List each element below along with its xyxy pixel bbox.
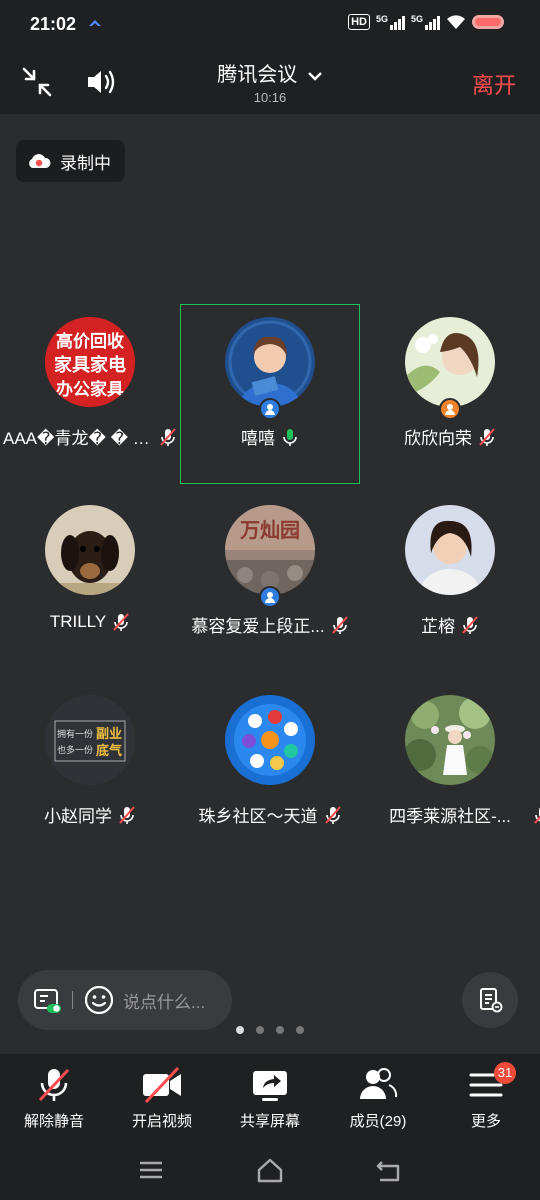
more-badge: 31 bbox=[494, 1062, 516, 1084]
divider bbox=[72, 991, 73, 1009]
home-icon[interactable] bbox=[255, 1156, 285, 1184]
battery-icon bbox=[472, 15, 504, 29]
share-screen-icon bbox=[253, 1071, 287, 1101]
recording-label: 录制中 bbox=[60, 153, 111, 173]
participant-name: 慕容复爱上段正... bbox=[191, 617, 325, 636]
recent-apps-icon[interactable] bbox=[136, 1156, 166, 1184]
back-icon[interactable] bbox=[374, 1156, 404, 1184]
avatar bbox=[225, 317, 315, 407]
share-screen-button[interactable]: 共享屏幕 bbox=[220, 1066, 320, 1131]
meeting-header: 腾讯会议 10:16 离开 bbox=[0, 50, 540, 114]
avatar: 拥有一份 副业 也多一份 底气 bbox=[45, 695, 135, 785]
avatar bbox=[405, 317, 495, 407]
more-button[interactable]: 31 更多 bbox=[436, 1062, 536, 1131]
unmute-label: 解除静音 bbox=[23, 1113, 84, 1130]
participant-name: 欣欣向荣 bbox=[404, 429, 472, 448]
participant-name: 四季莱源社区-... bbox=[389, 807, 511, 826]
participant-tile-active[interactable]: 嘻嘻 bbox=[180, 304, 360, 484]
page-dot[interactable] bbox=[276, 1026, 284, 1034]
participant-tile[interactable]: 芷榕 bbox=[360, 492, 540, 672]
meeting-toolbar: 解除静音 开启视频 共享屏幕 成员(29) 31 更多 bbox=[0, 1054, 540, 1140]
svg-text:高价回收: 高价回收 bbox=[56, 331, 124, 352]
system-nav-bar bbox=[0, 1140, 540, 1200]
avatar bbox=[405, 505, 495, 595]
page-dot-active[interactable] bbox=[236, 1026, 244, 1034]
chat-input[interactable]: 说点什么... bbox=[123, 988, 205, 1013]
svg-text:家具家电: 家具家电 bbox=[54, 354, 126, 376]
avatar: 万灿园 bbox=[225, 505, 315, 595]
danmaku-toggle-icon[interactable] bbox=[32, 985, 62, 1015]
app-notification-icon bbox=[89, 20, 101, 26]
unmute-button[interactable]: 解除静音 bbox=[4, 1066, 104, 1131]
emoji-icon[interactable] bbox=[83, 984, 115, 1016]
meeting-duration: 10:16 bbox=[253, 90, 287, 105]
participant-tile[interactable]: 四季莱源社区-... bbox=[360, 682, 540, 862]
participant-tile[interactable]: 珠乡社区～天道 bbox=[180, 682, 360, 862]
participant-tile[interactable]: 万灿园 慕容复爱上段正... bbox=[180, 492, 360, 672]
hd-voice-icon: HD bbox=[348, 14, 370, 30]
mic-muted-icon bbox=[534, 807, 540, 824]
status-time: 21:02 bbox=[30, 14, 77, 34]
participant-tile[interactable]: 欣欣向荣 bbox=[360, 304, 540, 484]
mic-muted-icon bbox=[38, 1068, 70, 1102]
notes-button[interactable] bbox=[462, 972, 518, 1028]
participant-tile[interactable]: 高价回收 家具家电 办公家具 AAA�青龙� � 手... bbox=[0, 304, 180, 484]
avatar bbox=[45, 505, 135, 595]
participant-name: 嘻嘻 bbox=[241, 429, 275, 448]
mic-muted-icon bbox=[324, 805, 341, 824]
mic-muted-icon bbox=[113, 613, 129, 631]
mic-muted-icon bbox=[119, 805, 135, 824]
members-button[interactable]: 成员(29) bbox=[328, 1066, 428, 1131]
meeting-title-button[interactable]: 腾讯会议 bbox=[0, 58, 540, 87]
members-label: 成员(29) bbox=[349, 1113, 407, 1130]
svg-text:办公家具: 办公家具 bbox=[56, 379, 124, 400]
chevron-down-icon bbox=[307, 71, 322, 81]
members-icon bbox=[360, 1068, 398, 1099]
chat-bar[interactable]: 说点什么... bbox=[18, 970, 232, 1030]
participant-name: 芷榕 bbox=[421, 617, 455, 636]
host-badge-icon bbox=[259, 586, 281, 608]
recording-badge[interactable]: 录制中 bbox=[16, 140, 125, 182]
wifi-icon bbox=[447, 15, 465, 29]
participant-name: TRILLY bbox=[49, 612, 107, 631]
meeting-title: 腾讯会议 bbox=[217, 64, 298, 86]
more-label: 更多 bbox=[470, 1113, 501, 1130]
leave-button[interactable]: 离开 bbox=[472, 68, 516, 100]
svg-text:拥有一份: 拥有一份 bbox=[57, 728, 93, 740]
cloud-record-icon bbox=[29, 154, 51, 168]
mic-muted-icon bbox=[479, 427, 495, 446]
signal-icon: 5G bbox=[376, 14, 405, 30]
avatar bbox=[225, 695, 315, 785]
participant-tile[interactable]: TRILLY bbox=[0, 492, 180, 672]
page-dot[interactable] bbox=[296, 1026, 304, 1034]
svg-text:万灿园: 万灿园 bbox=[239, 518, 300, 542]
video-off-icon bbox=[143, 1066, 181, 1104]
avatar bbox=[405, 695, 495, 785]
participant-name: AAA�青龙� � 手... bbox=[3, 429, 153, 448]
participant-name: 珠乡社区～天道 bbox=[198, 807, 318, 826]
svg-text:副业: 副业 bbox=[96, 726, 122, 742]
page-dot[interactable] bbox=[256, 1026, 264, 1034]
status-bar: 21:02 HD 5G 5G bbox=[0, 0, 540, 50]
notes-icon bbox=[480, 988, 503, 1013]
signal-icon-2: 5G bbox=[411, 14, 440, 30]
mic-active-icon bbox=[283, 428, 297, 446]
host-badge-icon bbox=[259, 398, 281, 420]
cohost-badge-icon bbox=[439, 398, 461, 420]
avatar: 高价回收 家具家电 办公家具 bbox=[45, 317, 135, 407]
start-video-button[interactable]: 开启视频 bbox=[112, 1066, 212, 1131]
svg-text:底气: 底气 bbox=[96, 743, 122, 759]
participant-tile[interactable]: 拥有一份 副业 也多一份 底气 小赵同学 bbox=[0, 682, 180, 862]
svg-text:也多一份: 也多一份 bbox=[57, 744, 93, 756]
mic-muted-icon bbox=[462, 615, 478, 634]
page-indicator bbox=[0, 1026, 540, 1034]
participant-name: 小赵同学 bbox=[44, 807, 112, 826]
share-screen-label: 共享屏幕 bbox=[239, 1113, 300, 1130]
start-video-label: 开启视频 bbox=[131, 1113, 192, 1130]
